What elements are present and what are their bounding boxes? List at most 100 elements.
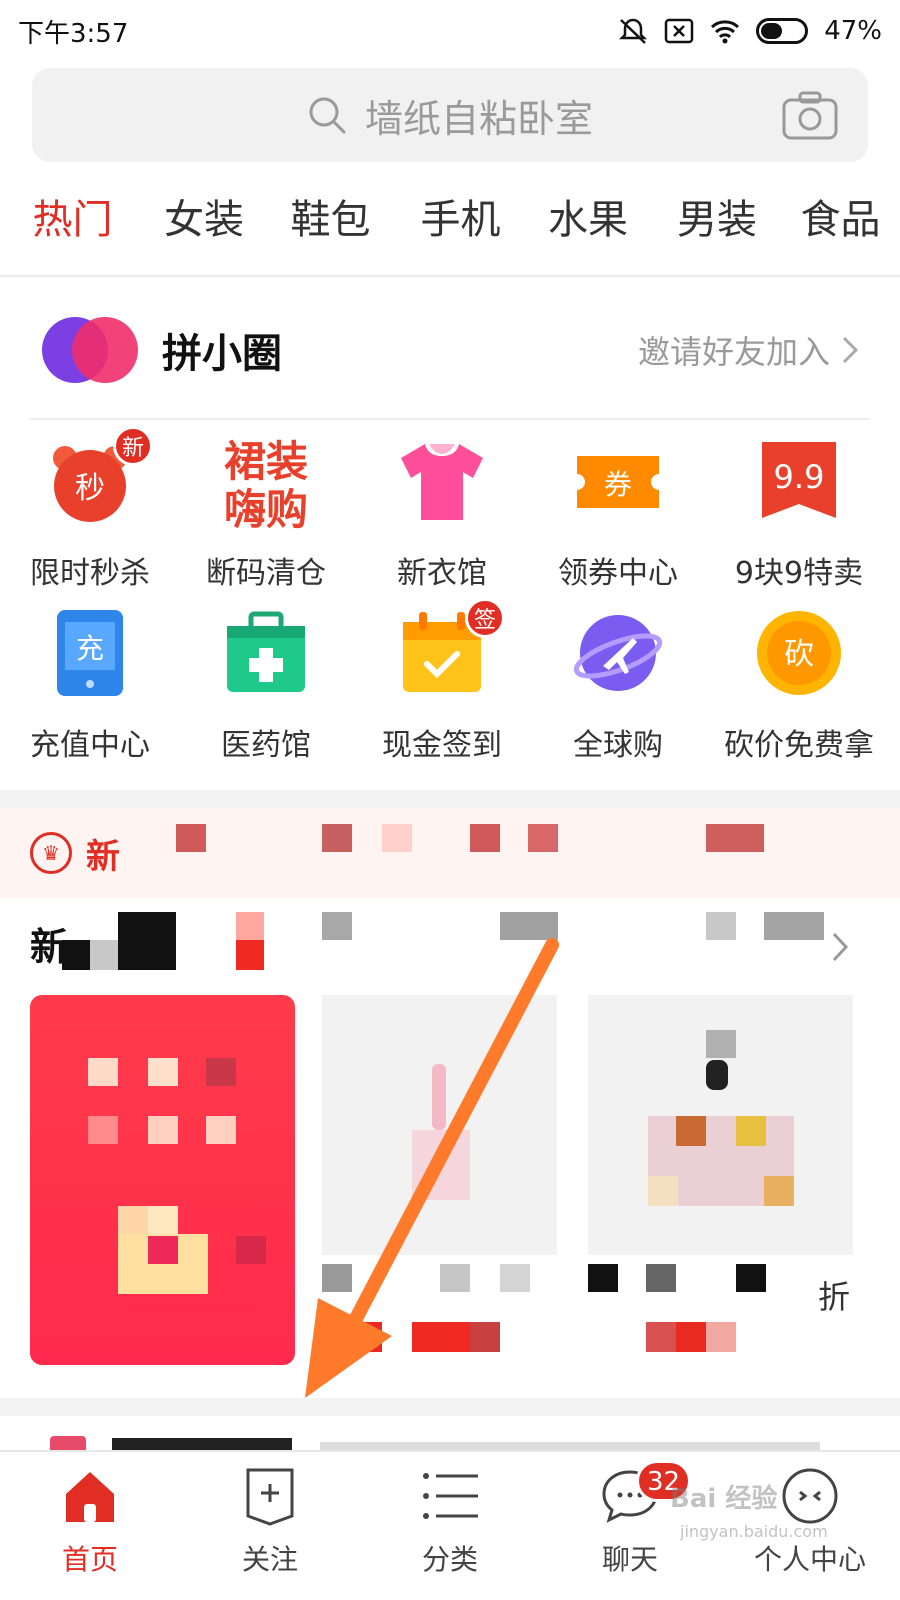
pixelated-area <box>412 1130 470 1200</box>
group-logo-icon <box>42 315 138 385</box>
pixelated-area <box>236 1236 266 1264</box>
grid-item-coupon[interactable]: 券 领券中心 <box>528 430 708 600</box>
grid-label: 砍价免费拿 <box>724 728 874 763</box>
nav-label: 关注 <box>241 1543 298 1576</box>
svg-text:秒: 秒 <box>75 471 105 506</box>
status-bar: 下午3:57 47% <box>0 0 900 62</box>
pixelated-area <box>706 912 736 940</box>
tab-food[interactable]: 食品 <box>781 185 900 275</box>
svg-text:裙装: 裙装 <box>224 437 308 486</box>
grid-item-new-clothes[interactable]: 新衣馆 <box>352 430 532 600</box>
pixelated-area <box>470 824 500 852</box>
pixelated-area <box>62 940 90 970</box>
pixelated-area <box>676 1116 706 1146</box>
status-icons: 47% <box>618 16 882 46</box>
bargain-coin-icon: 砍 <box>754 608 844 698</box>
grid-badge-sign: 签 <box>465 598 505 638</box>
home-icon <box>60 1466 120 1526</box>
seckill-clock-icon: 秒 新 <box>45 426 153 526</box>
grid-label: 新衣馆 <box>397 556 487 591</box>
discount-label: 折 <box>818 1278 851 1316</box>
grid-badge-new: 新 <box>113 426 153 466</box>
pixelated-area <box>322 1264 352 1292</box>
tab-hot[interactable]: 热门 <box>0 185 145 275</box>
next-section-peek <box>30 1430 870 1452</box>
nav-label: 个人中心 <box>753 1543 866 1576</box>
chevron-right-icon <box>832 932 849 962</box>
group-circle-row[interactable]: 拼小圈 邀请好友加入 <box>30 282 870 420</box>
group-invite-link[interactable]: 邀请好友加入 <box>638 327 858 373</box>
red-packet-card[interactable] <box>30 995 295 1365</box>
grid-label: 限时秒杀 <box>30 556 150 591</box>
grid-item-recharge[interactable]: 充 充值中心 <box>0 602 180 772</box>
battery-percent: 47% <box>824 16 882 46</box>
category-tabs: 热门 女装 鞋包 手机 水果 男装 食品 <box>0 185 900 277</box>
tab-fruit[interactable]: 水果 <box>523 185 653 275</box>
crown-icon: ♛ <box>30 832 72 874</box>
category-list-icon <box>420 1466 480 1526</box>
status-time: 下午3:57 <box>18 18 129 49</box>
pixelated-area <box>148 1206 178 1234</box>
feature-grid: 秒 新 限时秒杀 裙装 嗨购 断码清仓 新衣馆 券 领券中心 9.9 9块9特卖 … <box>0 426 900 780</box>
camera-icon[interactable] <box>782 90 838 140</box>
pixelated-area <box>118 912 176 970</box>
pixelated-area <box>646 1322 676 1352</box>
watermark-logo: Bai 经验 <box>670 1484 778 1514</box>
pixelated-area <box>88 1058 118 1086</box>
pixelated-area <box>706 1322 736 1352</box>
pixelated-area <box>588 1264 618 1292</box>
nav-label: 分类 <box>421 1543 478 1576</box>
pixelated-area <box>440 1264 470 1292</box>
pixelated-area <box>90 940 118 970</box>
tab-phone[interactable]: 手机 <box>398 185 523 275</box>
nav-label: 首页 <box>61 1543 118 1576</box>
grid-label: 领券中心 <box>558 556 678 591</box>
svg-text:9.9: 9.9 <box>774 458 825 496</box>
grid-label: 充值中心 <box>30 728 150 763</box>
nav-label: 聊天 <box>601 1543 658 1576</box>
search-bar[interactable]: 墙纸自粘卧室 <box>32 68 868 162</box>
pixelated-area <box>676 1322 706 1352</box>
tab-men[interactable]: 男装 <box>653 185 781 275</box>
grid-item-seckill[interactable]: 秒 新 限时秒杀 <box>0 426 180 600</box>
pixelated-area <box>118 1206 148 1234</box>
pixelated-area <box>706 1060 728 1090</box>
promo-text: 新 <box>86 836 120 877</box>
grid-item-bargain[interactable]: 砍 砍价免费拿 <box>704 602 894 772</box>
pixelated-area <box>500 1264 530 1292</box>
tab-women[interactable]: 女装 <box>145 185 263 275</box>
nav-category[interactable]: 分类 <box>360 1452 540 1600</box>
grid-label: 全球购 <box>573 728 663 763</box>
grid-item-checkin[interactable]: 签 现金签到 <box>352 598 532 772</box>
pixelated-area <box>648 1176 678 1206</box>
pixelated-area <box>322 824 352 852</box>
clearance-text-icon: 裙装 嗨购 <box>221 436 311 534</box>
group-title: 拼小圈 <box>162 331 282 377</box>
tab-shoes-bags[interactable]: 鞋包 <box>263 185 398 275</box>
grid-label: 断码清仓 <box>206 556 326 591</box>
pixelated-area <box>764 1176 794 1206</box>
pixelated-area <box>646 1264 676 1292</box>
promo-banner[interactable]: ♛ 新 <box>0 808 900 898</box>
profile-icon <box>780 1466 840 1526</box>
nav-home[interactable]: 首页 <box>0 1452 180 1600</box>
section-divider <box>0 790 900 808</box>
pixelated-area <box>500 912 558 940</box>
chevron-right-icon <box>842 336 858 364</box>
nav-follow[interactable]: 关注 <box>180 1452 360 1600</box>
pixelated-area <box>432 1064 446 1130</box>
grid-item-clearance[interactable]: 裙装 嗨购 断码清仓 <box>176 430 356 600</box>
grid-item-medicine[interactable]: 医药馆 <box>176 602 356 772</box>
grid-item-nine-nine[interactable]: 9.9 9块9特卖 <box>704 430 894 600</box>
grid-label: 现金签到 <box>382 728 502 763</box>
coupon-icon: 券 <box>573 436 663 526</box>
pixelated-area <box>148 1058 178 1086</box>
pixelated-area <box>148 1116 178 1144</box>
grid-item-global[interactable]: 全球购 <box>528 602 708 772</box>
svg-text:券: 券 <box>604 468 632 501</box>
shirt-icon <box>397 436 487 526</box>
pixelated-area <box>88 1116 118 1144</box>
pixelated-area <box>176 824 206 852</box>
pixelated-area <box>206 1058 236 1086</box>
pixelated-area <box>706 1030 736 1058</box>
